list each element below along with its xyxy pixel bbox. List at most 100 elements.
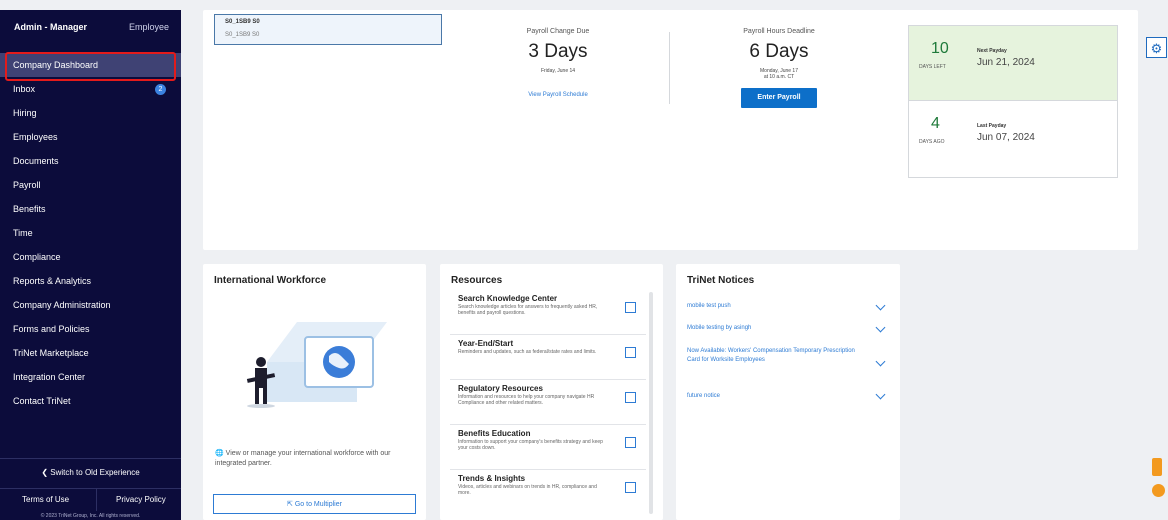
next-payday-label: Next Payday (977, 48, 1007, 54)
sidebar-item-payroll[interactable]: Payroll (0, 173, 181, 197)
sidebar-item-employees[interactable]: Employees (0, 125, 181, 149)
privacy-policy-link[interactable]: Privacy Policy (116, 495, 166, 504)
payroll-hours-deadline: Payroll Hours Deadline 6 Days Monday, Ju… (679, 28, 879, 108)
last-payday-days-number: 4 (931, 115, 940, 132)
notice-item[interactable]: future notice (687, 392, 887, 401)
last-payday-label: Last Payday (977, 123, 1007, 129)
last-payday-date: Jun 07, 2024 (977, 132, 1035, 143)
notice-text: Now Available: Workers' Compensation Tem… (687, 348, 855, 363)
sidebar-item-trinet-marketplace[interactable]: TriNet Marketplace (0, 341, 181, 365)
sidebar-item-reports-analytics[interactable]: Reports & Analytics (0, 269, 181, 293)
external-link-icon[interactable] (625, 302, 636, 313)
sidebar-item-compliance[interactable]: Compliance (0, 245, 181, 269)
payroll-change-date: Friday, June 14 (540, 68, 576, 74)
sidebar-item-hiring[interactable]: Hiring (0, 101, 181, 125)
gear-icon[interactable]: ⚙ (1146, 37, 1167, 58)
sidebar-item-label: Documents (13, 156, 59, 166)
sidebar-item-label: Hiring (13, 108, 37, 118)
resource-description: Information and resources to help your c… (458, 394, 595, 406)
payroll-hours-days: 6 Days (749, 41, 809, 62)
resource-description: Search knowledge articles for answers to… (458, 304, 598, 316)
sidebar-item-label: TriNet Marketplace (13, 348, 89, 358)
resource-title: Trends & Insights (458, 474, 526, 483)
resource-description: Videos, articles and webinars on trends … (458, 484, 597, 496)
sidebar-footer: Terms of Use Privacy Policy (0, 488, 181, 511)
sidebar-item-contact-trinet[interactable]: Contact TriNet (0, 389, 181, 413)
resources-scrollbar[interactable] (649, 292, 653, 514)
resource-title: Year-End/Start (458, 339, 514, 348)
sidebar-item-label: Time (13, 228, 33, 238)
entity-title: S0_1SB9 S0 (225, 19, 260, 25)
external-link-icon[interactable] (625, 392, 636, 403)
notice-item[interactable]: Mobile testing by asingh (687, 324, 887, 333)
sidebar: Admin - Manager Employee Company Dashboa… (0, 10, 181, 520)
sidebar-item-company-administration[interactable]: Company Administration (0, 293, 181, 317)
resource-item-regulatory-resources[interactable]: Regulatory Resources Information and res… (450, 380, 646, 425)
sidebar-item-label: Inbox (13, 84, 36, 94)
view-payroll-schedule-link[interactable]: View Payroll Schedule (458, 92, 658, 98)
international-workforce-card: International Workforce 🌐 View or manage… (203, 264, 426, 520)
resource-item-year-end-start[interactable]: Year-End/Start Reminders and updates, su… (450, 335, 646, 380)
sidebar-item-benefits[interactable]: Benefits (0, 197, 181, 221)
payroll-change-due: Payroll Change Due 3 Days Friday, June 1… (458, 28, 658, 98)
sidebar-item-label: Contact TriNet (13, 396, 71, 406)
sidebar-item-label: Employees (13, 132, 58, 142)
resource-item-benefits-education[interactable]: Benefits Education Information to suppor… (450, 425, 646, 470)
sidebar-item-label: Benefits (13, 204, 46, 214)
resource-description: Information to support your company's be… (458, 439, 603, 451)
entity-subtitle: S0_1SB9 S0 (225, 32, 260, 38)
enter-payroll-button[interactable]: Enter Payroll (741, 88, 817, 108)
resource-title: Benefits Education (458, 429, 531, 438)
top-strip (0, 0, 1168, 10)
resources-list: Search Knowledge Center Search knowledge… (450, 290, 646, 514)
sidebar-item-label: Forms and Policies (13, 324, 90, 334)
external-link-icon[interactable] (625, 347, 636, 358)
go-to-multiplier-label: Go to Multiplier (294, 501, 342, 508)
sidebar-item-documents[interactable]: Documents (0, 149, 181, 173)
resource-title: Search Knowledge Center (458, 294, 558, 303)
next-payday-days-label: DAYS LEFT (919, 64, 946, 70)
external-link-icon[interactable] (625, 482, 636, 493)
sidebar-item-forms-policies[interactable]: Forms and Policies (0, 317, 181, 341)
sidebar-item-label: Company Dashboard (13, 60, 99, 70)
feedback-tab-icon[interactable] (1152, 458, 1162, 476)
notice-text: Mobile testing by asingh (687, 325, 752, 331)
sidebar-item-label: Company Administration (13, 300, 111, 310)
resource-item-search-knowledge-center[interactable]: Search Knowledge Center Search knowledge… (450, 290, 646, 335)
sidebar-item-company-dashboard[interactable]: Company Dashboard (0, 53, 181, 77)
last-payday-days-label: DAYS AGO (919, 139, 945, 145)
role-employee-tab[interactable]: Employee (129, 22, 169, 32)
intl-workforce-text: View or manage your international workfo… (215, 450, 391, 467)
chevron-down-icon[interactable] (875, 356, 886, 367)
notice-item[interactable]: Now Available: Workers' Compensation Tem… (687, 347, 865, 365)
notice-item[interactable]: mobile test push (687, 302, 887, 311)
sidebar-item-inbox[interactable]: Inbox 2 (0, 77, 181, 101)
entity-selector[interactable]: S0_1SB9 S0 S0_1SB9 S0 (214, 14, 442, 45)
role-admin-tab[interactable]: Admin - Manager (14, 22, 87, 32)
inbox-count-badge: 2 (155, 84, 166, 95)
external-link-icon[interactable] (625, 437, 636, 448)
external-link-icon: ⇱ (287, 501, 295, 508)
sidebar-item-integration-center[interactable]: Integration Center (0, 365, 181, 389)
sidebar-item-label: Payroll (13, 180, 41, 190)
sidebar-item-label: Compliance (13, 252, 61, 262)
next-payday-date: Jun 21, 2024 (977, 57, 1035, 68)
go-to-multiplier-button[interactable]: ⇱ Go to Multiplier (213, 494, 416, 514)
payroll-hours-time: at 10 a.m. CT (763, 74, 795, 80)
sidebar-item-label: Integration Center (13, 372, 86, 382)
notice-text: future notice (687, 393, 721, 399)
terms-of-use-link[interactable]: Terms of Use (22, 495, 69, 504)
sidebar-nav: Company Dashboard Inbox 2 Hiring Employee… (0, 53, 181, 413)
footer-divider (96, 489, 97, 511)
chat-icon[interactable] (1152, 484, 1165, 497)
switch-old-experience-link[interactable]: ❮ Switch to Old Experience (0, 458, 181, 487)
payroll-change-days: 3 Days (528, 41, 588, 62)
payroll-overview-panel: S0_1SB9 S0 S0_1SB9 S0 Payroll Change Due… (203, 10, 1138, 250)
sidebar-item-time[interactable]: Time (0, 221, 181, 245)
notice-text: mobile test push (687, 303, 731, 309)
resources-card: Resources Search Knowledge Center Search… (440, 264, 663, 520)
notices-title: TriNet Notices (687, 275, 755, 286)
role-switcher: Admin - Manager Employee (14, 22, 169, 32)
resource-item-trends-insights[interactable]: Trends & Insights Videos, articles and w… (450, 470, 646, 514)
resource-description: Reminders and updates, such as federal/s… (458, 349, 597, 355)
